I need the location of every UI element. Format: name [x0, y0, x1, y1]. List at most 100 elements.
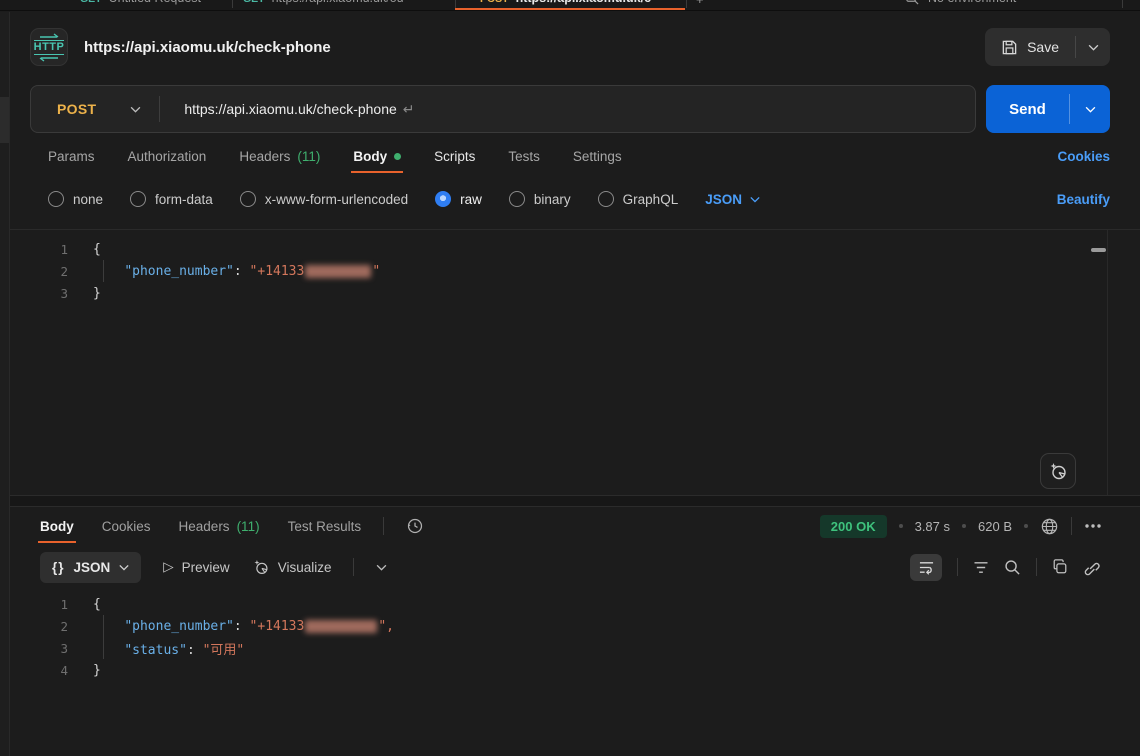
send-button[interactable]: Send [986, 101, 1069, 118]
tab-body[interactable]: Body [353, 135, 401, 177]
environment-label: No environment [928, 0, 1016, 5]
network-info-button[interactable] [1040, 517, 1059, 536]
tab-authorization[interactable]: Authorization [128, 135, 207, 177]
chevron-down-icon [119, 564, 129, 571]
tab-label: Headers [239, 149, 290, 164]
copy-button[interactable] [1052, 559, 1068, 575]
app-tab-active[interactable]: POST https://api.xiaomu.uk/c [480, 0, 651, 5]
response-more-options-button[interactable] [1084, 523, 1102, 529]
divider [1071, 517, 1072, 535]
chevron-down-icon [130, 106, 141, 113]
app-tab-untitled[interactable]: GETUntitled Request [80, 0, 201, 5]
tab-divider [232, 0, 233, 8]
method-selector[interactable]: POST [31, 101, 159, 117]
cookies-link[interactable]: Cookies [1057, 149, 1110, 164]
sidebar-handle[interactable] [0, 97, 9, 143]
code-line: 4 } [10, 659, 1140, 681]
divider [353, 558, 354, 576]
option-none[interactable]: none [48, 191, 103, 207]
environment-selector[interactable]: No environment [906, 0, 1016, 5]
app-tab-label: Untitled Request [109, 0, 201, 5]
app-tab-request2[interactable]: GEThttps://api.xiaomu.uk/ou [243, 0, 404, 5]
response-tab-headers[interactable]: Headers (11) [179, 507, 260, 545]
url-input[interactable]: https://api.xiaomu.uk/check-phone↵ [160, 101, 414, 118]
option-raw[interactable]: raw [435, 191, 482, 207]
play-icon: ▷ [163, 559, 173, 575]
response-history-button[interactable] [406, 517, 424, 535]
radio-icon[interactable] [48, 191, 64, 207]
line-number: 3 [10, 641, 68, 656]
tab-label: Settings [573, 149, 622, 164]
response-size[interactable]: 620 B [978, 519, 1012, 534]
tab-scripts[interactable]: Scripts [434, 135, 475, 177]
redacted-phone-digits [305, 265, 371, 278]
dot-separator [962, 524, 966, 528]
tab-label: Cookies [102, 519, 151, 534]
tab-params[interactable]: Params [48, 135, 95, 177]
http-badge-label: HTTP [34, 40, 65, 55]
app-tab-label: https://api.xiaomu.uk/c [516, 0, 651, 5]
code-text: "phone_number": "+14133", [93, 619, 394, 634]
tab-divider [686, 0, 687, 8]
save-options-button[interactable] [1076, 28, 1110, 66]
search-button[interactable] [1004, 559, 1021, 576]
request-body-editor[interactable]: 1 { 2 "phone_number": "+14133" 3 } [10, 229, 1140, 495]
save-button[interactable]: Save [985, 28, 1075, 66]
response-format-dropdown[interactable]: {} JSON [40, 552, 141, 583]
collapsed-sidebar[interactable] [0, 12, 10, 756]
send-options-button[interactable] [1070, 85, 1110, 133]
chevron-down-icon [376, 564, 387, 571]
tab-headers[interactable]: Headers (11) [239, 135, 320, 177]
preview-button[interactable]: ▷ Preview [163, 559, 229, 575]
enter-hint-icon: ↵ [403, 101, 415, 117]
line-number: 2 [10, 264, 68, 279]
response-body-editor[interactable]: 1 { 2 "phone_number": "+14133", 3 "statu… [10, 589, 1140, 681]
radio-icon[interactable] [509, 191, 525, 207]
code-line: 2 "phone_number": "+14133" [10, 260, 1140, 282]
method-badge: GET [243, 0, 265, 5]
visualize-button[interactable]: Visualize [252, 558, 332, 576]
add-tab-button[interactable]: + [696, 0, 704, 7]
postbot-button[interactable] [1040, 453, 1076, 489]
beautify-link[interactable]: Beautify [1057, 192, 1110, 207]
redacted-phone-digits [305, 620, 377, 633]
line-number: 2 [10, 619, 68, 634]
scrollbar-thumb[interactable] [1091, 248, 1106, 252]
option-graphql[interactable]: GraphQL [598, 191, 679, 207]
raw-type-dropdown[interactable]: JSON [705, 192, 760, 207]
save-label: Save [1027, 39, 1059, 55]
visualize-options-button[interactable] [376, 564, 387, 571]
tab-label: Tests [508, 149, 540, 164]
response-tab-body[interactable]: Body [40, 507, 74, 545]
radio-icon[interactable] [598, 191, 614, 207]
option-urlencoded[interactable]: x-www-form-urlencoded [240, 191, 408, 207]
option-binary[interactable]: binary [509, 191, 571, 207]
method-badge: POST [480, 0, 509, 5]
tab-tests[interactable]: Tests [508, 135, 540, 177]
filter-icon [973, 561, 989, 574]
radio-icon[interactable] [240, 191, 256, 207]
word-wrap-button[interactable] [910, 554, 942, 581]
option-form-data[interactable]: form-data [130, 191, 213, 207]
body-type-options: none form-data x-www-form-urlencoded raw… [10, 177, 1140, 221]
chevron-down-icon [1088, 44, 1099, 51]
tab-settings[interactable]: Settings [573, 135, 622, 177]
status-badge[interactable]: 200 OK [820, 515, 887, 538]
tab-label: Body [40, 519, 74, 534]
option-label: raw [460, 192, 482, 207]
radio-selected-icon[interactable] [435, 191, 451, 207]
response-tab-cookies[interactable]: Cookies [102, 507, 151, 545]
response-tab-test-results[interactable]: Test Results [288, 507, 362, 545]
response-time[interactable]: 3.87 s [915, 519, 950, 534]
app-tab-bar: GETUntitled Request GEThttps://api.xiaom… [0, 0, 1140, 11]
radio-icon[interactable] [130, 191, 146, 207]
filter-button[interactable] [973, 561, 989, 574]
request-header: HTTP https://api.xiaomu.uk/check-phone S… [10, 11, 1140, 83]
indent-guide [103, 260, 104, 282]
pane-divider[interactable] [10, 495, 1140, 507]
code-line: 2 "phone_number": "+14133", [10, 615, 1140, 637]
link-button[interactable] [1083, 559, 1100, 576]
response-tabs: Body Cookies Headers (11) Test Results 2… [10, 507, 1140, 545]
code-text: } [93, 663, 101, 678]
braces-icon: {} [52, 560, 65, 575]
